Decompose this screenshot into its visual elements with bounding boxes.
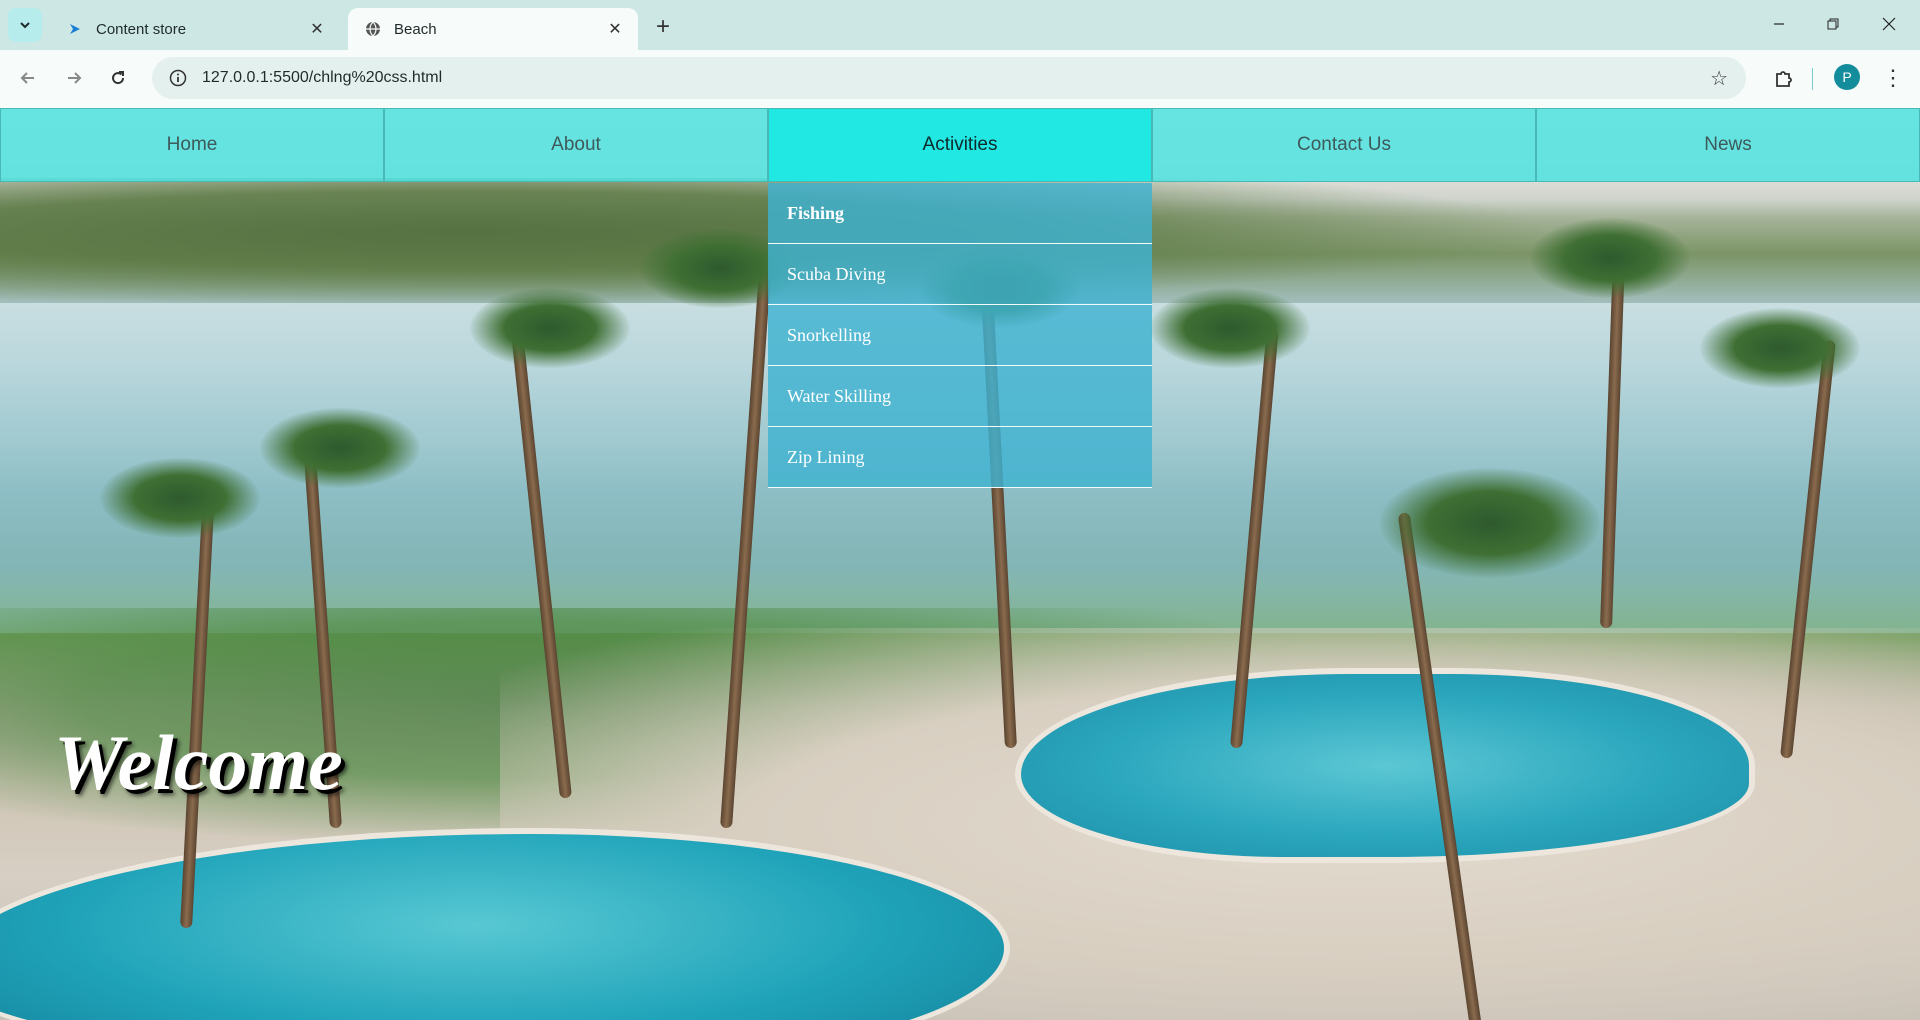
arrow-right-icon [68,72,82,84]
extensions-puzzle-icon[interactable] [1768,62,1800,94]
globe-icon [364,20,382,38]
tab-title: Content store [96,20,187,38]
toolbar-divider [1812,68,1813,90]
palm-fronds [470,288,630,368]
minimize-icon [1774,23,1784,25]
browser-tab-strip: Content store ✕ Beach ✕ + [0,0,1920,50]
dropdown-item-fishing[interactable]: Fishing [768,183,1152,244]
palm-fronds [100,458,260,538]
arrow-left-icon [20,72,34,84]
welcome-heading: Welcome [54,719,343,806]
nav-news[interactable]: News [1536,108,1920,182]
close-icon[interactable]: ✕ [604,18,626,40]
more-menu-icon[interactable]: ⋮ [1878,62,1908,94]
nav-contact-us[interactable]: Contact Us [1152,108,1536,182]
restore-button[interactable] [1806,6,1860,42]
tab-search-button[interactable] [8,8,42,42]
site-info-icon[interactable] [158,69,198,87]
dropdown-item-scuba-diving[interactable]: Scuba Diving [768,244,1152,305]
pool-right [1015,668,1755,863]
bookmark-star-icon[interactable]: ☆ [1710,66,1728,91]
reload-button[interactable] [100,60,136,96]
url-text: 127.0.0.1:5500/chlng%20css.html [202,69,443,86]
window-close-button[interactable] [1862,6,1916,42]
tab-title: Beach [394,20,437,38]
nav-activities[interactable]: Activities [768,108,1152,182]
activities-dropdown: Fishing Scuba Diving Snorkelling Water S… [768,183,1152,488]
browser-toolbar: 127.0.0.1:5500/chlng%20css.html ☆ P ⋮ [0,50,1920,108]
tab-content-store[interactable]: Content store ✕ [50,8,340,50]
palm-fronds [1530,218,1690,298]
tab-beach[interactable]: Beach ✕ [348,8,638,50]
palm-fronds [1700,308,1860,388]
new-tab-button[interactable]: + [648,12,678,42]
palm-fronds [1380,468,1600,578]
profile-avatar[interactable]: P [1834,64,1860,90]
palm-fronds [1150,288,1310,368]
address-bar[interactable]: 127.0.0.1:5500/chlng%20css.html ☆ [152,57,1746,99]
forward-button[interactable] [56,60,92,96]
back-button[interactable] [10,60,46,96]
minimize-button[interactable] [1752,6,1806,42]
reload-icon [112,71,125,85]
chevron-down-icon [20,22,30,29]
dropdown-item-water-skilling[interactable]: Water Skilling [768,366,1152,427]
nav-home[interactable]: Home [0,108,384,182]
dropdown-item-zip-lining[interactable]: Zip Lining [768,427,1152,488]
palm-fronds [260,408,420,488]
close-icon[interactable]: ✕ [306,18,328,40]
content-store-favicon [66,20,84,38]
main-nav: Home About Activities Contact Us News [0,108,1920,182]
restore-icon [1827,18,1839,30]
nav-about[interactable]: About [384,108,768,182]
dropdown-item-snorkelling[interactable]: Snorkelling [768,305,1152,366]
close-icon [1882,17,1896,31]
